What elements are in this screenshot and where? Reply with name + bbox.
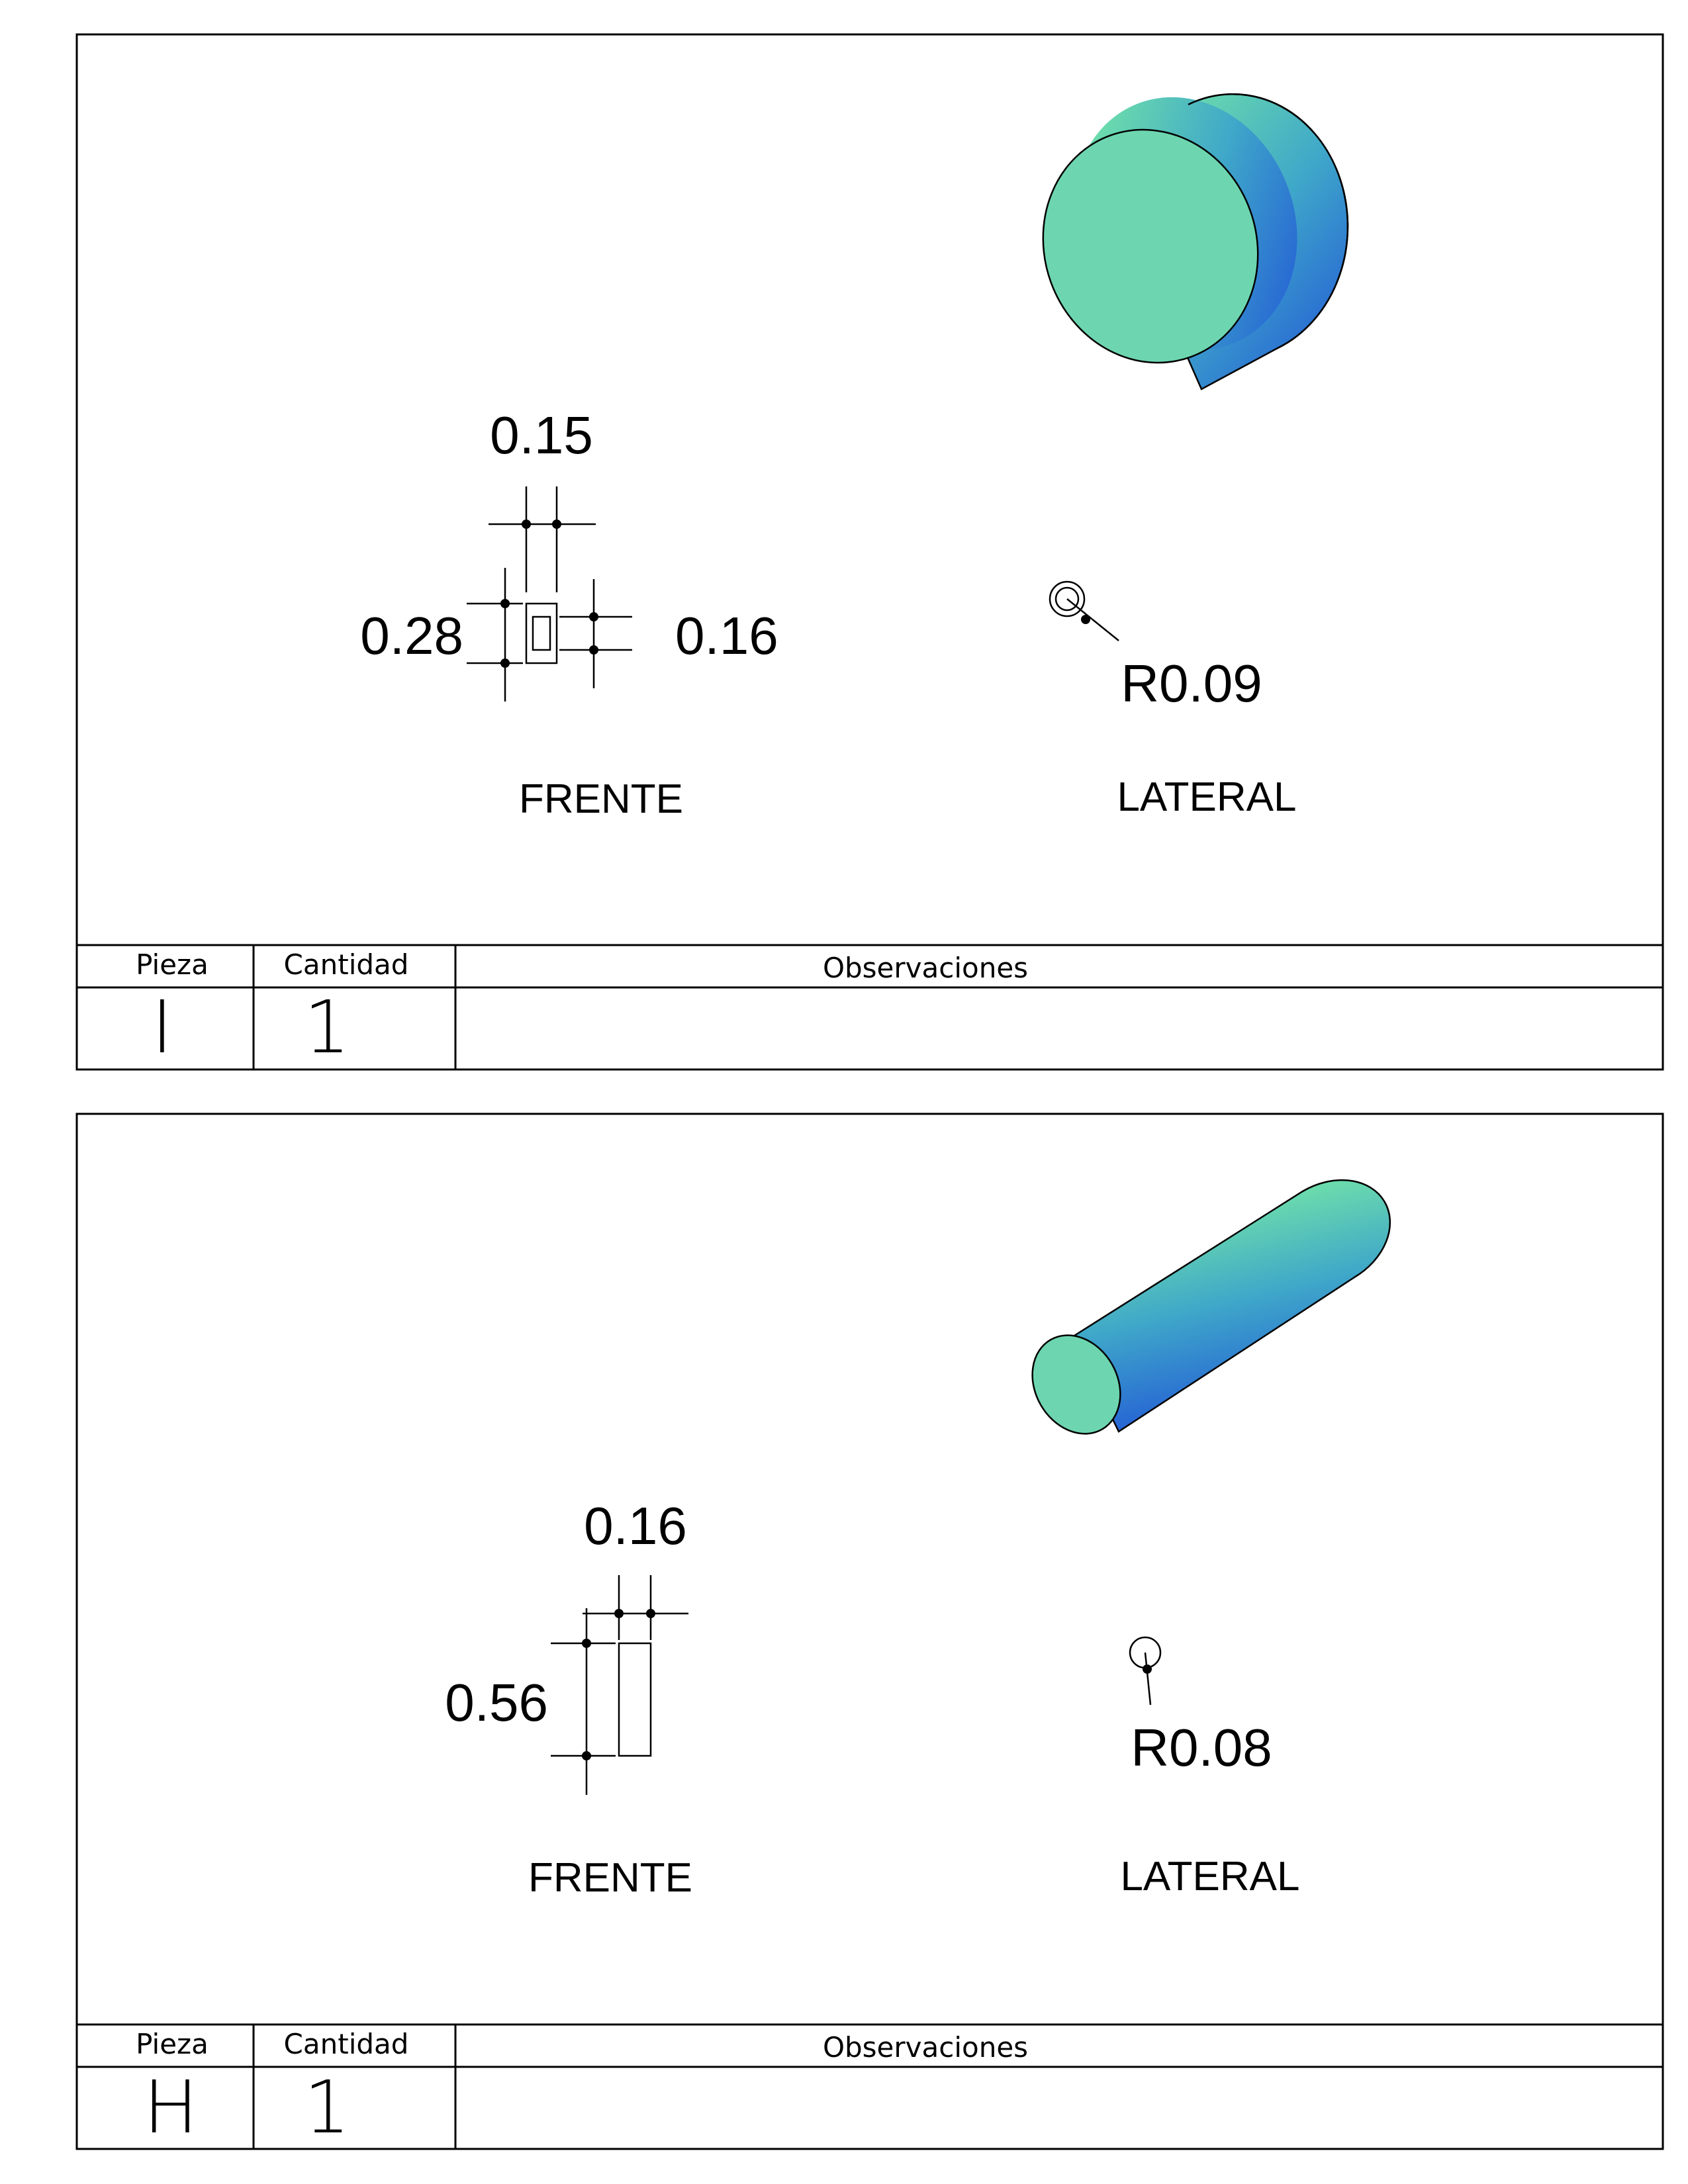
sheet-piece-h: 0.16 0.56 FRENTE R0.08 LATERAL Pieza Can… [75, 1113, 1664, 2150]
drawing-frame [75, 33, 1664, 1071]
view-label-side: LATERAL [1120, 1854, 1299, 1899]
front-view: 0.16 0.56 FRENTE [445, 1496, 692, 1901]
dim-radius: R0.09 [1121, 654, 1262, 713]
side-view: R0.08 LATERAL [1120, 1636, 1300, 1899]
parts-table: Pieza Cantidad Observaciones H 1 [75, 2023, 1664, 2150]
cell-cantidad: 1 [304, 985, 350, 1069]
drawing-sheet: 0.15 0.28 0.16 FRENTE R0.09 LATERAL Piez… [75, 33, 1664, 2150]
dim-height-right: 0.16 [675, 606, 778, 665]
dim-height-left: 0.56 [445, 1673, 548, 1732]
iso-view-cylinder [1031, 1179, 1391, 1435]
header-cantidad: Cantidad [284, 948, 409, 981]
dim-height-left: 0.28 [360, 606, 463, 665]
cell-cantidad: 1 [304, 2065, 350, 2150]
dim-width-top: 0.16 [584, 1496, 687, 1555]
side-view: R0.09 LATERAL [1049, 580, 1297, 820]
view-label-front: FRENTE [528, 1855, 692, 1901]
header-pieza: Pieza [136, 948, 209, 981]
front-view: 0.15 0.28 0.16 FRENTE [360, 406, 778, 822]
parts-table: Pieza Cantidad Observaciones I 1 [75, 944, 1664, 1071]
sheet-piece-i: 0.15 0.28 0.16 FRENTE R0.09 LATERAL Piez… [75, 33, 1664, 1071]
dim-width-top: 0.15 [490, 406, 593, 465]
cell-pieza: I [152, 985, 173, 1069]
header-pieza: Pieza [136, 2028, 209, 2060]
view-label-side: LATERAL [1117, 774, 1296, 820]
header-observaciones: Observaciones [823, 952, 1028, 984]
front-view-outline [525, 602, 558, 664]
header-observaciones: Observaciones [823, 2031, 1028, 2064]
dim-radius: R0.08 [1131, 1718, 1272, 1777]
front-view-outline [618, 1642, 652, 1757]
cell-pieza: H [144, 2065, 199, 2150]
front-view-inner [532, 615, 551, 651]
view-label-front: FRENTE [519, 776, 683, 822]
iso-view-cylinder [1042, 93, 1349, 390]
drawing-frame [75, 1113, 1664, 2150]
header-cantidad: Cantidad [284, 2028, 409, 2060]
